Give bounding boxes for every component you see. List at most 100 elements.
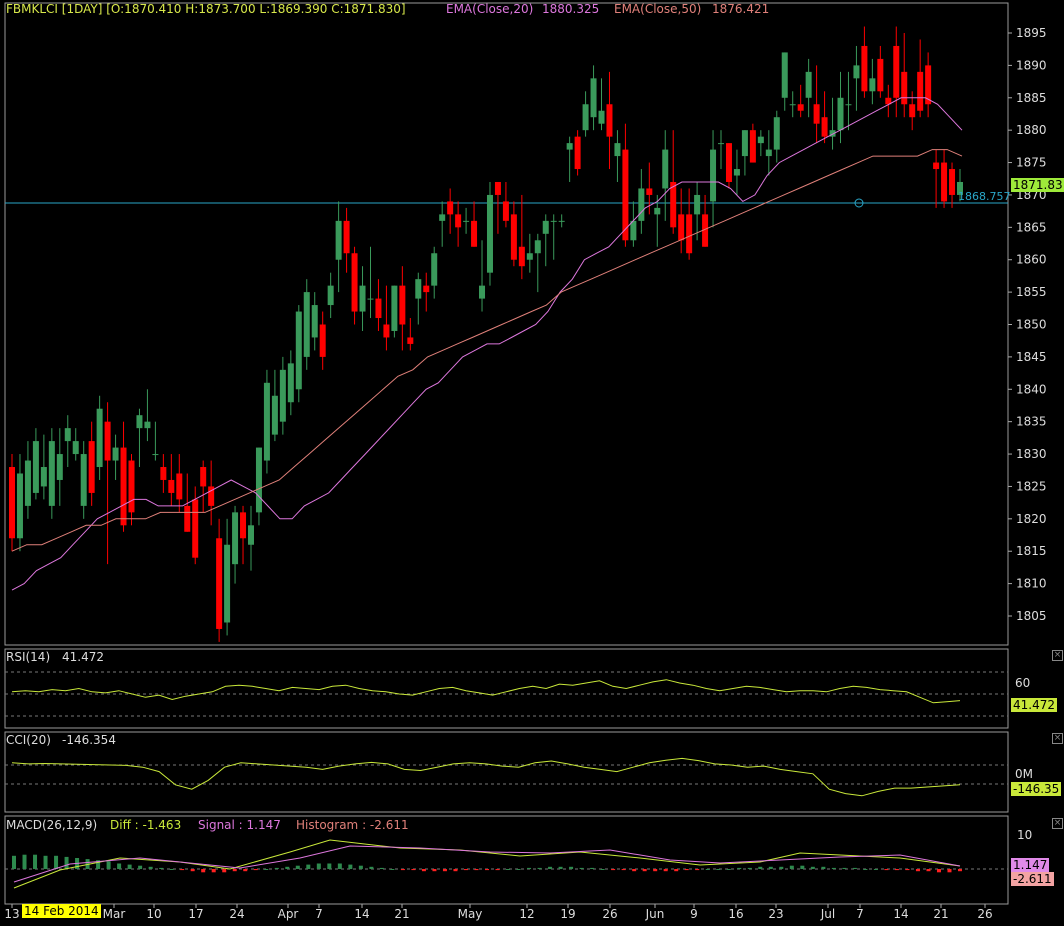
macd-hist-bar-down <box>611 869 616 871</box>
macd-hist-bar-down <box>884 869 889 871</box>
candle-down <box>686 214 693 254</box>
macd-hist-bar-up <box>106 861 111 869</box>
macd-hist-bar-up <box>274 867 279 869</box>
candle-up <box>271 395 278 435</box>
date-tick-label: 14 <box>893 907 908 921</box>
candle-down <box>192 499 199 558</box>
macd-hist-bar-down <box>463 869 468 871</box>
macd-label: MACD(26,12,9) <box>6 818 98 832</box>
cci-value: -146.354 <box>62 733 116 747</box>
macd-hist-bar-down <box>495 869 500 871</box>
candle-up <box>598 110 605 124</box>
candle-down <box>9 467 15 539</box>
candle-up <box>757 136 764 144</box>
price-tick-label: 1830 <box>1016 447 1047 461</box>
candle-up <box>327 285 334 306</box>
date-tick-label: Jul <box>820 907 835 921</box>
macd-hist-bar-down <box>453 869 458 872</box>
candle-up <box>566 143 573 150</box>
candle-down <box>88 441 95 493</box>
candle-up <box>431 253 438 286</box>
candle-down <box>933 162 940 170</box>
price-tick-label: 1885 <box>1016 91 1047 105</box>
candle-up <box>765 149 772 157</box>
price-tick-label: 1840 <box>1016 382 1047 396</box>
ema20-value: 1880.325 <box>542 2 600 16</box>
macd-hist-bar-up <box>558 866 563 869</box>
macd-signal-tag: 1.147 <box>1011 858 1050 872</box>
candle-up <box>263 382 270 461</box>
candle-down <box>168 479 175 493</box>
candle-up <box>295 311 302 390</box>
candle-down <box>200 467 207 487</box>
macd-hist-bar-up <box>390 869 395 870</box>
candle-up <box>542 220 549 234</box>
candle-up <box>279 369 286 422</box>
candle-down <box>319 324 326 357</box>
candle-down <box>120 447 127 526</box>
macd-hist-bar-up <box>64 856 69 869</box>
date-tick-label: 13 <box>4 907 19 921</box>
macd-hist-bar-up <box>337 863 342 869</box>
macd-hist-bar-up <box>873 869 878 870</box>
macd-hist-bar-down <box>695 869 700 871</box>
macd-hist-bar-up <box>358 865 363 869</box>
macd-hist-bar-down <box>211 869 216 873</box>
macd-hist-bar-down <box>621 869 626 871</box>
macd-hist-bar-down <box>915 869 920 872</box>
candle-down <box>813 104 820 124</box>
candle-down <box>670 181 677 228</box>
candle-down <box>375 298 382 319</box>
date-tick-label: 23 <box>768 907 783 921</box>
macd-hist-bar-down <box>432 869 437 872</box>
price-tick-label: 1850 <box>1016 318 1047 332</box>
macd-hist-bar-down <box>232 869 237 872</box>
candle-down <box>343 220 350 254</box>
candle-up <box>582 104 589 131</box>
macd-hist-bar-down <box>411 869 416 871</box>
macd-hist-bar-up <box>779 866 784 869</box>
candle-up <box>287 363 294 403</box>
candle-down <box>471 220 478 247</box>
candle-down <box>917 71 924 111</box>
macd-signal-line <box>13 845 961 883</box>
candle-up <box>479 285 486 299</box>
macd-hist-bar-up <box>569 866 574 869</box>
cci-line <box>11 757 961 797</box>
macd-hist-bar-up <box>831 867 836 869</box>
date-tick-label: 21 <box>933 907 948 921</box>
macd-hist-bar-up <box>747 867 752 869</box>
rsi-close-icon[interactable]: × <box>1052 650 1063 661</box>
price-tick-label: 1875 <box>1016 156 1047 170</box>
candle-up <box>534 240 541 254</box>
candle-up <box>232 512 239 565</box>
macd-hist-bar-up <box>316 863 321 869</box>
candle-up <box>303 292 310 357</box>
date-tick-label: 7 <box>856 907 864 921</box>
cci-close-icon[interactable]: × <box>1052 733 1063 744</box>
candle-down <box>797 104 804 111</box>
candle-down <box>909 104 916 118</box>
candle-up <box>789 104 796 106</box>
candle-down <box>861 45 868 92</box>
candle-up <box>64 428 71 442</box>
price-tick-label: 1890 <box>1016 58 1047 72</box>
macd-hist-bar-down <box>222 869 227 873</box>
date-marker: 14 Feb 2014 <box>22 904 101 918</box>
macd-hist-bar-up <box>306 864 311 869</box>
candle-up <box>112 447 119 461</box>
macd-hist-bar-up <box>169 869 174 870</box>
candle-up <box>558 220 565 222</box>
candle-down <box>949 169 956 195</box>
macd-hist-bar-up <box>768 866 773 869</box>
candle-down <box>821 117 828 137</box>
macd-close-icon[interactable]: × <box>1052 818 1063 829</box>
candle-up <box>526 253 533 260</box>
candle-up <box>710 149 717 202</box>
price-tick-label: 1825 <box>1016 479 1047 493</box>
candle-up <box>415 279 422 299</box>
candle-down <box>447 201 454 215</box>
candle-down <box>725 143 732 182</box>
hline-tag: 1868.757 <box>958 190 1011 203</box>
macd-hist-bar-down <box>684 869 689 871</box>
